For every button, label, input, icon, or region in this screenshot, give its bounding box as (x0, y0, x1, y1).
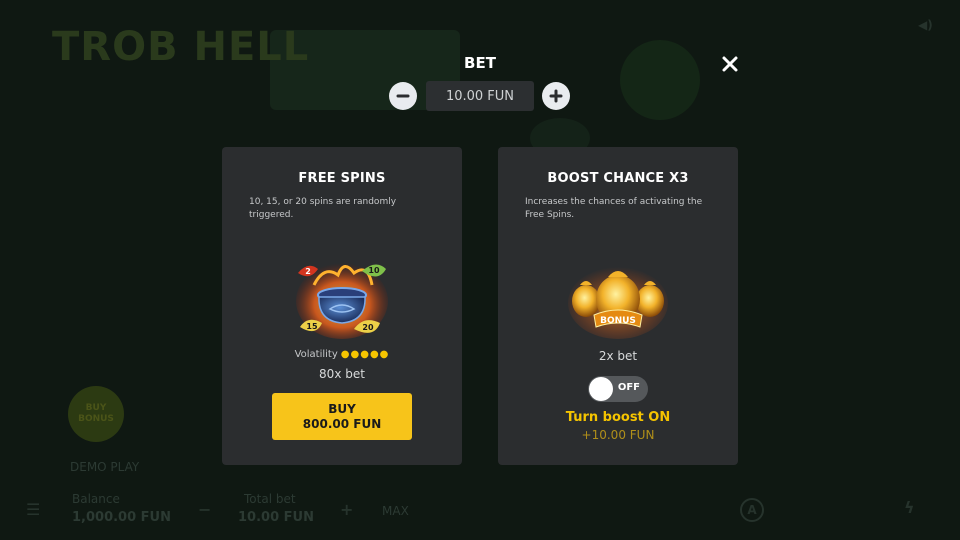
menu-icon: ☰ (26, 500, 41, 519)
leaf-2-number: 2 (305, 267, 311, 276)
free-spins-description: 10, 15, or 20 spins are randomly trigger… (249, 197, 397, 220)
minus-icon (396, 94, 410, 98)
sound-icon: ◀) (918, 18, 933, 32)
bet-title: BET (464, 54, 496, 72)
money-bags-icon: BONUS (568, 267, 668, 339)
bonus-label: BONUS (600, 316, 636, 326)
buy-price: 800.00 FUN (302, 416, 382, 431)
toggle-knob (589, 377, 613, 401)
free-spins-title: FREE SPINS (298, 171, 386, 186)
autoplay-icon: A (740, 498, 764, 522)
buy-free-spins-button[interactable]: BUY 800.00 FUN (272, 393, 412, 440)
turn-boost-on-label: Turn boost ON (565, 410, 671, 425)
cauldron-icon: 2 10 15 20 (296, 263, 388, 339)
leaf-20-number: 20 (362, 323, 374, 332)
increase-bet-button[interactable] (542, 82, 570, 110)
buy-label: BUY (328, 401, 356, 416)
total-bet-label: Total bet (244, 492, 296, 506)
boost-extra-cost: +10.00 FUN (581, 428, 655, 442)
buy-bonus-button: BUY BONUS (68, 386, 124, 442)
boost-cost-multiplier: 2x bet (598, 349, 638, 363)
total-bet-value: 10.00 FUN (238, 510, 314, 525)
turbo-icon: ϟ (904, 498, 915, 517)
volatility-dots: ●●●●● (340, 349, 390, 360)
game-logo: TROB HELL (52, 24, 310, 70)
toggle-state-label: OFF (617, 382, 640, 393)
close-icon (722, 56, 738, 72)
leaf-10-number: 10 (368, 266, 380, 275)
boost-title: BOOST CHANCE X3 (547, 171, 689, 186)
free-spins-cost-multiplier: 80x bet (319, 367, 365, 381)
boost-description: Increases the chances of activating the … (525, 197, 703, 220)
leaf-15-number: 15 (306, 322, 318, 331)
balance-value: 1,000.00 FUN (72, 510, 171, 525)
close-button[interactable] (716, 50, 744, 78)
bg-plus-icon: + (340, 500, 354, 519)
bet-value-display: 10.00 FUN (426, 81, 534, 111)
plus-icon (549, 89, 563, 103)
boost-toggle[interactable]: OFF (588, 376, 648, 402)
volatility-row: Volatility ●●●●● (222, 349, 462, 360)
bg-minus-icon: − (198, 500, 212, 519)
volatility-label: Volatility (294, 349, 338, 360)
demo-play-label: DEMO PLAY (70, 460, 140, 474)
bg-leaf-glow (620, 40, 700, 120)
max-label: MAX (382, 504, 409, 518)
decrease-bet-button[interactable] (389, 82, 417, 110)
free-spins-card: FREE SPINS 10, 15, or 20 spins are rando… (222, 147, 462, 465)
boost-chance-card: BOOST CHANCE X3 Increases the chances of… (498, 147, 738, 465)
balance-label: Balance (72, 492, 120, 506)
